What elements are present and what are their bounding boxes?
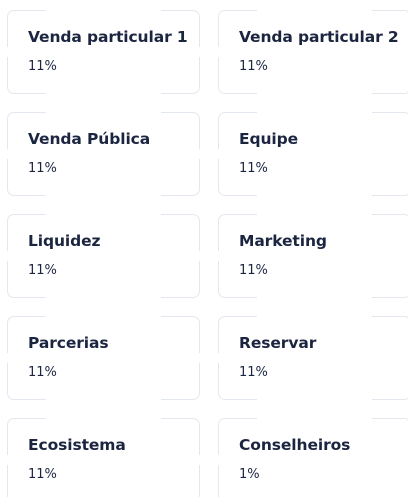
allocation-card-ecosistema: Ecosistema 11% bbox=[7, 418, 200, 497]
card-title: Equipe bbox=[239, 130, 299, 148]
card-title: Conselheiros bbox=[239, 436, 351, 454]
card-percentage: 11% bbox=[28, 365, 57, 380]
allocation-card-venda-particular-1: Venda particular 1 11% bbox=[7, 10, 200, 94]
allocation-grid: Venda particular 1 11% Venda particular … bbox=[0, 0, 408, 497]
card-percentage: 11% bbox=[239, 365, 268, 380]
allocation-card-equipe: Equipe 11% bbox=[218, 112, 408, 196]
allocation-card-venda-particular-2: Venda particular 2 11% bbox=[218, 10, 408, 94]
allocation-card-reservar: Reservar 11% bbox=[218, 316, 408, 400]
card-title: Venda Pública bbox=[28, 130, 151, 148]
card-title: Marketing bbox=[239, 232, 327, 250]
card-title: Ecosistema bbox=[28, 436, 126, 454]
card-title: Reservar bbox=[239, 334, 317, 352]
card-title: Venda particular 1 bbox=[28, 28, 188, 46]
card-percentage: 11% bbox=[28, 161, 57, 176]
card-percentage: 11% bbox=[239, 59, 268, 74]
allocation-card-venda-publica: Venda Pública 11% bbox=[7, 112, 200, 196]
allocation-card-liquidez: Liquidez 11% bbox=[7, 214, 200, 298]
allocation-card-parcerias: Parcerias 11% bbox=[7, 316, 200, 400]
allocation-card-conselheiros: Conselheiros 1% bbox=[218, 418, 408, 497]
card-title: Venda particular 2 bbox=[239, 28, 399, 46]
card-percentage: 11% bbox=[28, 59, 57, 74]
card-percentage: 11% bbox=[239, 161, 268, 176]
card-title: Liquidez bbox=[28, 232, 101, 250]
card-percentage: 1% bbox=[239, 467, 260, 482]
card-percentage: 11% bbox=[239, 263, 268, 278]
card-percentage: 11% bbox=[28, 263, 57, 278]
card-percentage: 11% bbox=[28, 467, 57, 482]
card-title: Parcerias bbox=[28, 334, 109, 352]
allocation-card-marketing: Marketing 11% bbox=[218, 214, 408, 298]
